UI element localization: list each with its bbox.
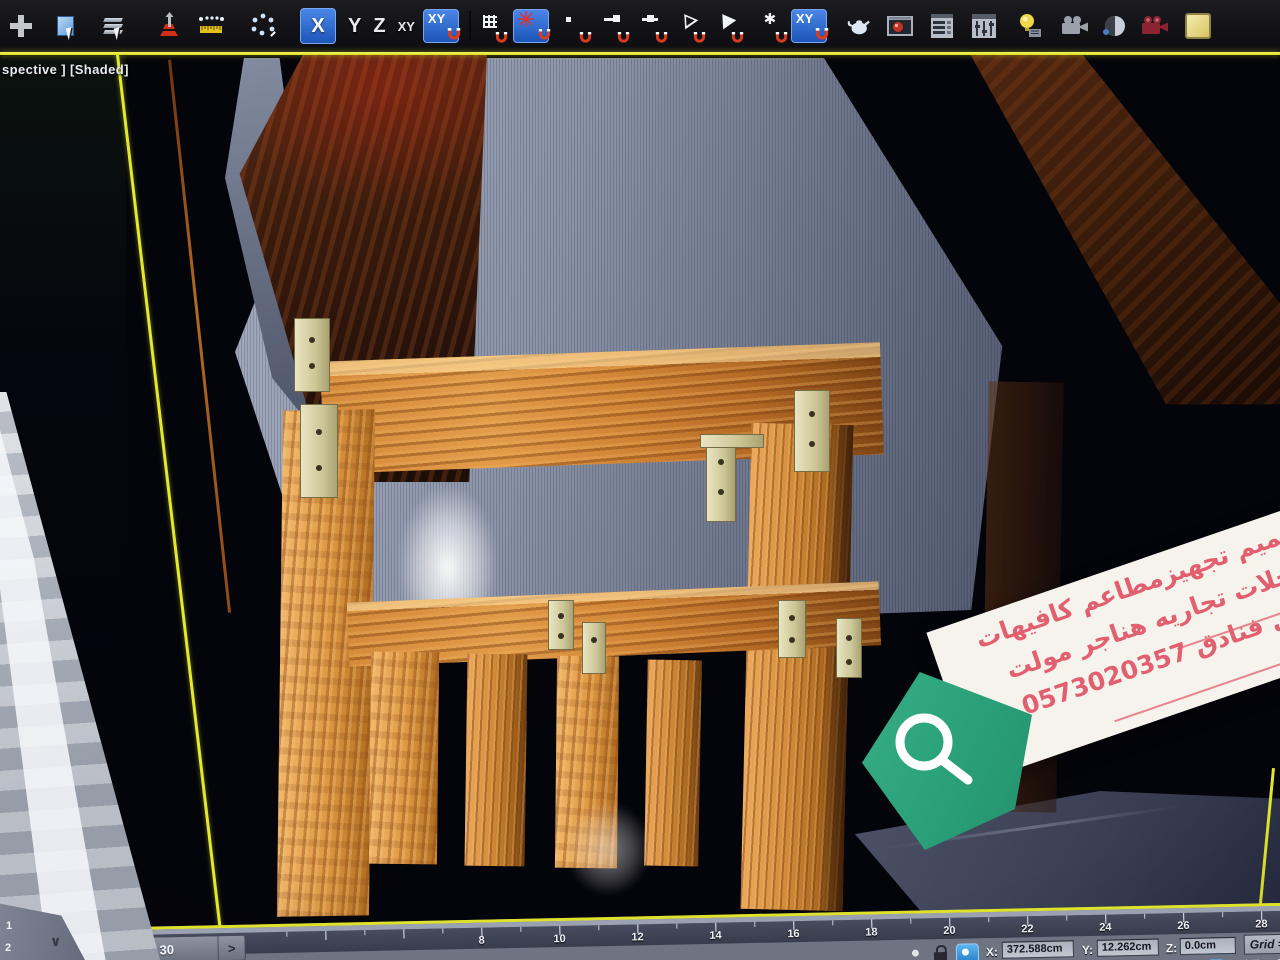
z-coordinate-field[interactable]: 0.0cm <box>1180 937 1236 955</box>
frozen-snap-icon[interactable]: ✱ <box>755 7 785 45</box>
scene-slat <box>369 652 439 865</box>
scene-metal-bracket <box>778 600 806 658</box>
ruler-tick-number: 28 <box>1255 918 1267 930</box>
scene-metal-bracket <box>706 440 736 522</box>
transform-gizmo-icon[interactable] <box>154 7 184 45</box>
screen: X Y Z XY XY ✱ XY <box>0 0 1280 960</box>
y-coordinate-label: Y: <box>1082 943 1093 957</box>
ruler-tick-number: 26 <box>1177 920 1189 932</box>
scene-metal-bracket <box>294 318 330 392</box>
chevron-down-icon[interactable]: ∨ <box>50 934 61 950</box>
scene-slat <box>465 654 528 867</box>
x-coordinate-label: X: <box>986 945 998 959</box>
toolbar-separator <box>469 11 471 41</box>
render-presets-icon[interactable] <box>969 7 999 45</box>
magnet-icon <box>815 28 829 40</box>
ruler-tick <box>1222 912 1223 917</box>
scene-metal-bracket <box>300 404 338 498</box>
axis-y-label[interactable]: Y <box>348 15 361 38</box>
ruler-tick-number: 10 <box>553 933 565 945</box>
ruler-tick <box>442 928 443 933</box>
absolute-mode-icon[interactable] <box>956 943 979 960</box>
axis-xy-label[interactable]: XY <box>398 19 415 34</box>
selection-lock-icon[interactable] <box>934 945 947 960</box>
surface-snap-icon[interactable] <box>711 7 741 45</box>
grid-snap-icon[interactable] <box>475 7 505 45</box>
ruler-tick <box>598 925 599 930</box>
ruler-tick-number: 14 <box>709 930 721 942</box>
light-lister-icon[interactable] <box>1015 7 1045 45</box>
face-snap-icon[interactable] <box>673 7 703 45</box>
perspective-viewport[interactable]: spective ] [Shaded] z x y <box>0 52 1280 930</box>
ruler-tick-number: 22 <box>1021 923 1033 935</box>
select-object-icon[interactable] <box>50 7 80 45</box>
listener-line-number: 2 <box>5 942 11 954</box>
camera-icon[interactable] <box>1059 7 1089 45</box>
magnet-icon <box>447 28 461 40</box>
magnet-icon <box>655 32 668 43</box>
ruler-tick <box>988 917 989 922</box>
pivot-snap-icon[interactable] <box>513 9 549 43</box>
measure-ruler-icon[interactable] <box>196 7 226 45</box>
scene-metal-bracket <box>582 622 606 674</box>
magnet-icon <box>775 32 788 43</box>
viewport-top-border <box>0 52 1280 55</box>
select-by-name-icon[interactable] <box>98 7 128 45</box>
ruler-tick <box>1144 914 1145 919</box>
scene-wood-edge-line <box>168 60 231 613</box>
ruler-tick-number: 24 <box>1099 922 1111 934</box>
ruler-tick <box>286 932 287 937</box>
display-moon-icon[interactable] <box>1099 7 1129 45</box>
render-teapot-icon[interactable] <box>843 7 873 45</box>
grid-size-indicator: Grid = 10. <box>1244 933 1280 955</box>
scene-metal-bracket <box>794 390 830 472</box>
ruler-tick-number: 20 <box>943 925 955 937</box>
magnet-icon <box>693 32 706 43</box>
magnet-icon <box>538 29 551 40</box>
ruler-tick-number: 16 <box>787 928 799 940</box>
axis-z-label[interactable]: Z <box>373 15 385 38</box>
video-render-icon[interactable] <box>1139 7 1169 45</box>
scene-metal-bracket <box>836 618 862 678</box>
snap-xy-toggle[interactable]: XY <box>423 9 459 43</box>
magnet-icon <box>731 32 744 43</box>
ruler-tick-number: 18 <box>865 926 877 938</box>
x-coordinate-field[interactable]: 372.588cm <box>1002 940 1074 959</box>
next-frame-button[interactable]: > <box>219 940 245 956</box>
magnet-icon <box>495 32 508 43</box>
ruler-tick <box>520 927 521 932</box>
main-toolbar: X Y Z XY XY ✱ XY <box>0 0 1280 52</box>
scene-light-bloom <box>548 784 668 914</box>
ruler-tick <box>832 920 833 925</box>
ruler-tick <box>403 929 404 938</box>
ruler-tick-number: 12 <box>631 931 643 943</box>
rendered-frame-icon[interactable] <box>885 7 915 45</box>
endpoint-snap-icon[interactable] <box>597 7 627 45</box>
midpoint-snap-icon[interactable] <box>635 7 665 45</box>
scene-metal-bracket <box>548 600 574 650</box>
magnet-icon <box>579 32 592 43</box>
ruler-tick <box>754 922 755 927</box>
ruler-tick <box>364 930 365 935</box>
angle-snap-dots-icon[interactable] <box>248 7 278 45</box>
magnet-icon <box>617 32 630 43</box>
snap-xy2-toggle[interactable]: XY <box>791 9 827 43</box>
ruler-tick <box>325 931 326 940</box>
ruler-tick <box>1066 915 1067 920</box>
viewport-label[interactable]: spective ] [Shaded] <box>2 62 129 77</box>
add-icon[interactable] <box>6 7 36 45</box>
render-setup-icon[interactable] <box>927 7 957 45</box>
material-square-icon[interactable] <box>1183 7 1213 45</box>
listener-line-number: 1 <box>6 920 12 932</box>
vertex-snap-icon[interactable] <box>559 7 589 45</box>
status-dot-icon[interactable] <box>912 950 919 957</box>
ruler-tick <box>910 919 911 924</box>
viewport-left-border <box>116 55 224 930</box>
ruler-tick <box>676 924 677 929</box>
ruler-tick-number: 8 <box>478 935 484 947</box>
axis-x-button[interactable]: X <box>300 8 336 44</box>
scene-metal-bracket <box>700 434 764 448</box>
z-coordinate-label: Z: <box>1166 941 1178 955</box>
y-coordinate-field[interactable]: 12.262cm <box>1097 939 1159 957</box>
